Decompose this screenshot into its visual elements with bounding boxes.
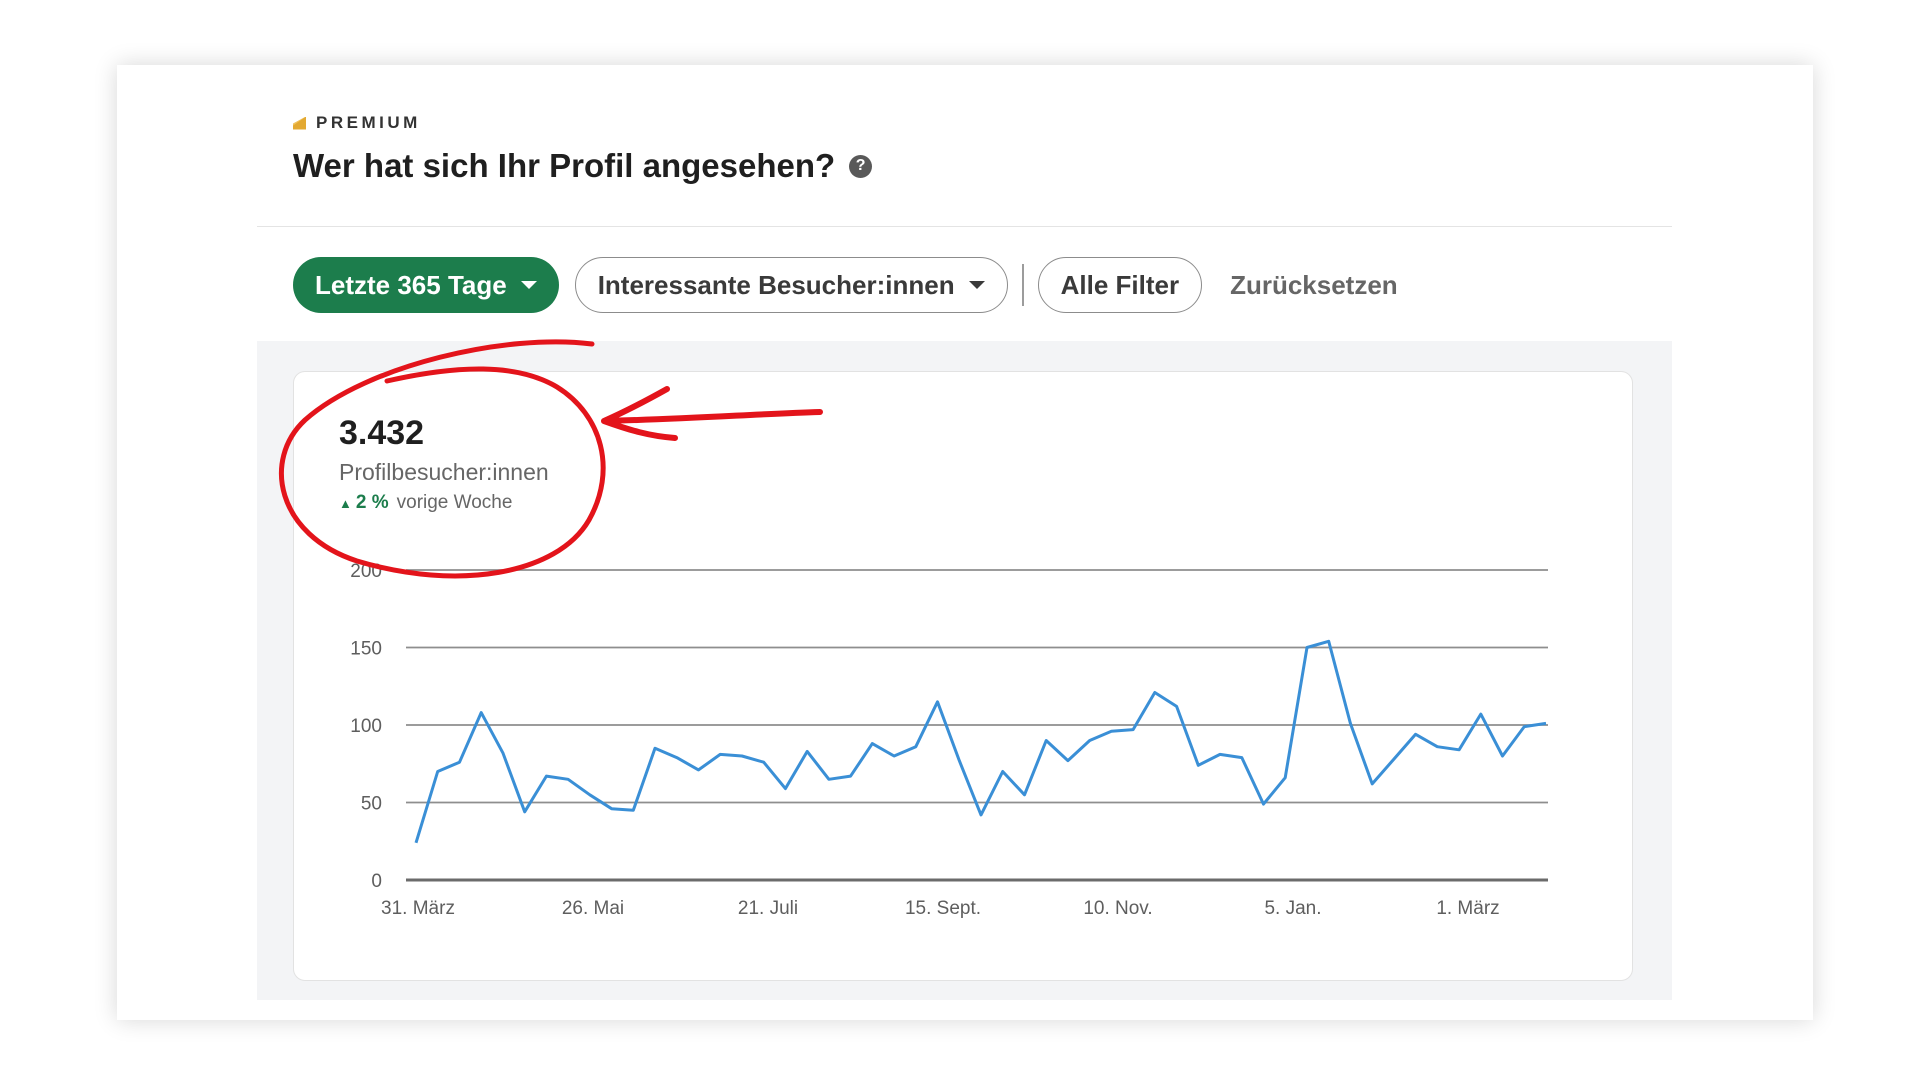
profile-visitors-line-chart: 0 50 100 150 200 31. März 26. Mai 21. Juli 15. S… bbox=[350, 561, 1548, 919]
time-range-label: Letzte 365 Tage bbox=[315, 269, 507, 300]
page-title-text: Wer hat sich Ihr Profil angesehen? bbox=[293, 147, 836, 184]
premium-icon bbox=[293, 116, 306, 130]
help-icon[interactable]: ? bbox=[849, 154, 873, 178]
x-tick-label: 15. Sept. bbox=[905, 898, 981, 919]
y-tick-label: 200 bbox=[350, 561, 382, 582]
all-filters-label: Alle Filter bbox=[1060, 269, 1180, 300]
chart-card: 3.432 Profilbesucher:innen ▲ 2 % vorige … bbox=[293, 371, 1633, 981]
x-tick-label: 5. Jan. bbox=[1264, 898, 1321, 919]
time-range-dropdown[interactable]: Letzte 365 Tage bbox=[293, 257, 559, 313]
premium-label: PREMIUM bbox=[316, 113, 421, 132]
x-tick-label: 1. März bbox=[1436, 898, 1499, 919]
visitor-type-label: Interessante Besucher:innen bbox=[597, 269, 955, 300]
page-title: Wer hat sich Ihr Profil angesehen? ? bbox=[293, 147, 873, 185]
x-tick-label: 31. März bbox=[381, 898, 455, 919]
y-tick-label: 150 bbox=[350, 639, 382, 660]
y-tick-label: 0 bbox=[371, 871, 382, 892]
card-content: PREMIUM Wer hat sich Ihr Profil angesehe… bbox=[257, 65, 1672, 1000]
chevron-down-icon bbox=[968, 281, 985, 289]
x-tick-label: 26. Mai bbox=[562, 898, 624, 919]
premium-badge: PREMIUM bbox=[293, 113, 421, 133]
series-line bbox=[414, 639, 1547, 844]
all-filters-button[interactable]: Alle Filter bbox=[1037, 257, 1203, 313]
x-tick-label: 21. Juli bbox=[738, 898, 798, 919]
y-tick-label: 50 bbox=[361, 794, 382, 815]
y-tick-label: 100 bbox=[350, 716, 382, 737]
chevron-down-icon bbox=[520, 281, 537, 289]
filter-separator bbox=[1021, 264, 1024, 306]
reset-button[interactable]: Zurücksetzen bbox=[1230, 270, 1398, 301]
header-divider bbox=[257, 226, 1672, 227]
profile-views-card: PREMIUM Wer hat sich Ihr Profil angesehe… bbox=[117, 65, 1813, 1020]
filter-bar: Letzte 365 Tage Interessante Besucher:in… bbox=[293, 256, 1398, 314]
visitor-type-dropdown[interactable]: Interessante Besucher:innen bbox=[574, 257, 1008, 313]
x-tick-label: 10. Nov. bbox=[1083, 898, 1152, 919]
